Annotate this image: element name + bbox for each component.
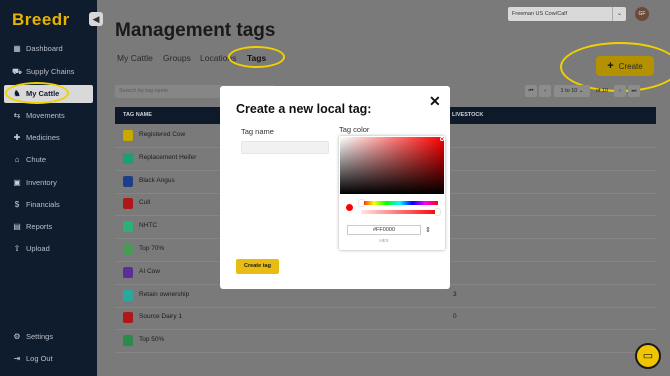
sidebar-item-chute[interactable]: ⌂ Chute	[4, 151, 93, 169]
report-icon: ▤	[13, 222, 21, 231]
hue-handle[interactable]	[359, 200, 364, 206]
tag-icon	[123, 312, 133, 324]
tab-groups[interactable]: Groups	[163, 53, 191, 63]
first-page-button[interactable]: ⏮	[525, 85, 537, 97]
tag-icon	[123, 130, 133, 141]
sidebar-item-inventory[interactable]: ▣ Inventory	[4, 174, 93, 192]
tag-name: Top 50%	[139, 336, 165, 344]
tags-tab-highlight	[228, 46, 285, 68]
prev-page-button[interactable]: ‹	[539, 85, 551, 97]
sidebar-item-label: Medicines	[26, 133, 60, 142]
last-page-button[interactable]: ⏭	[628, 85, 640, 97]
create-tag-modal: Create a new local tag: ✕ Tag name Tag c…	[220, 86, 450, 289]
close-icon[interactable]: ✕	[429, 93, 441, 110]
alpha-handle[interactable]	[435, 209, 440, 215]
create-tag-button[interactable]: Create tag	[236, 259, 279, 274]
gear-icon: ⚙	[13, 332, 21, 341]
table-row[interactable]: Top 50%	[115, 331, 656, 354]
sidebar-item-label: Inventory	[26, 178, 57, 187]
chute-icon: ⌂	[14, 155, 20, 164]
sidebar-item-medicines[interactable]: ✚ Medicines	[4, 129, 93, 147]
hex-caption: HEX	[379, 238, 389, 243]
tag-icon	[123, 198, 133, 210]
page-size-select[interactable]: 1 to 10 ⌄	[554, 85, 590, 97]
organisation-select-value: Freeman US Cow/Calf	[512, 11, 568, 17]
sidebar-item-movements[interactable]: ⇆ Movements	[4, 107, 93, 125]
color-picker: #FF0000 HEX ⇕	[339, 136, 445, 250]
sidebar-item-log-out[interactable]: ⇥ Log Out	[4, 350, 93, 368]
sidebar-item-dashboard[interactable]: ▦ Dashboard	[4, 40, 93, 58]
chat-button[interactable]: ▭	[635, 343, 661, 369]
medicine-icon: ✚	[13, 133, 21, 142]
sidebar-item-label: Upload	[26, 244, 50, 253]
sidebar-item-label: Movements	[26, 111, 65, 120]
sidebar-item-financials[interactable]: $ Financials	[4, 196, 93, 214]
sidebar-item-reports[interactable]: ▤ Reports	[4, 218, 93, 236]
avatar[interactable]: GF	[635, 7, 649, 21]
livestock-count: 0	[453, 313, 457, 321]
tag-color-label: Tag color	[339, 125, 370, 134]
next-page-button[interactable]: ›	[614, 85, 626, 97]
breedr-logo: Breedr	[12, 10, 70, 29]
hue-slider[interactable]	[361, 201, 438, 205]
logout-icon: ⇥	[13, 354, 21, 363]
tag-icon	[123, 152, 133, 164]
tag-icon	[123, 221, 133, 233]
sidebar-item-label: Reports	[26, 222, 53, 231]
sidebar-item-upload[interactable]: ⇧ Upload	[4, 240, 93, 258]
sidebar-item-label: Settings	[26, 332, 54, 341]
page-total: of 10	[595, 88, 609, 94]
column-livestock[interactable]: LIVESTOCK	[452, 107, 483, 124]
tag-icon	[123, 244, 133, 255]
tag-name-input[interactable]	[241, 141, 329, 154]
chevron-left-icon: ◀	[92, 14, 100, 24]
hex-input[interactable]: #FF0000	[347, 225, 421, 235]
truck-icon: ⛟	[12, 67, 23, 76]
tag-name: Registered Cow	[139, 131, 186, 138]
saturation-area[interactable]	[340, 137, 444, 194]
tag-name: Cull	[139, 199, 151, 207]
tag-name-label: Tag name	[241, 127, 274, 136]
tag-name: Source Dairy 1	[139, 313, 182, 321]
sidebar-item-label: Dashboard	[26, 44, 63, 53]
sidebar-item-label: Supply Chains	[26, 67, 75, 76]
tag-name: NHTC	[139, 222, 158, 230]
page-range: 1 to 10	[560, 88, 578, 94]
sidebar-item-settings[interactable]: ⚙ Settings	[4, 328, 93, 346]
organisation-select[interactable]: Freeman US Cow/Calf ⌄	[508, 7, 626, 21]
transfer-icon: ⇆	[13, 111, 21, 120]
page-title: Management tags	[115, 20, 276, 41]
upload-icon: ⇧	[13, 244, 21, 253]
tag-icon	[123, 289, 133, 301]
sidebar-item-supply-chains[interactable]: ⛟ Supply Chains	[4, 63, 93, 81]
format-toggle-icon[interactable]: ⇕	[425, 226, 431, 234]
alpha-slider[interactable]	[361, 210, 438, 214]
chat-icon: ▭	[642, 350, 654, 362]
saturation-handle[interactable]	[440, 137, 444, 141]
color-swatch	[346, 204, 353, 211]
collapse-sidebar-button[interactable]: ◀	[89, 12, 103, 26]
tag-name: Top 70%	[139, 245, 165, 252]
tag-name: Retain ownership	[139, 290, 190, 298]
column-tag-name[interactable]: TAG NAME	[123, 107, 152, 124]
tag-icon	[123, 175, 133, 187]
sidebar-item-label: Log Out	[26, 354, 53, 363]
my-cattle-highlight	[5, 82, 69, 104]
tab-my-cattle[interactable]: My Cattle	[117, 53, 153, 63]
grid-icon: ▦	[13, 44, 21, 53]
table-row[interactable]: Source Dairy 1 0	[115, 308, 656, 331]
tag-icon	[123, 335, 133, 347]
sidebar: Breedr ▦ Dashboard ⛟ Supply Chains ♞ My Cattl…	[0, 0, 97, 376]
chevron-down-icon: ⌄	[612, 7, 626, 21]
dollar-icon: $	[14, 200, 20, 209]
sidebar-item-label: Chute	[26, 155, 47, 164]
inventory-icon: ▣	[13, 178, 21, 187]
tag-name: Black Angus	[139, 176, 175, 184]
modal-title: Create a new local tag:	[236, 102, 372, 116]
sidebar-item-label: Financials	[26, 200, 60, 209]
tag-name: Replacement Heifer	[139, 153, 197, 161]
livestock-count: 3	[453, 290, 457, 298]
tag-icon	[123, 266, 133, 278]
tag-name: AI Cow	[139, 267, 160, 275]
